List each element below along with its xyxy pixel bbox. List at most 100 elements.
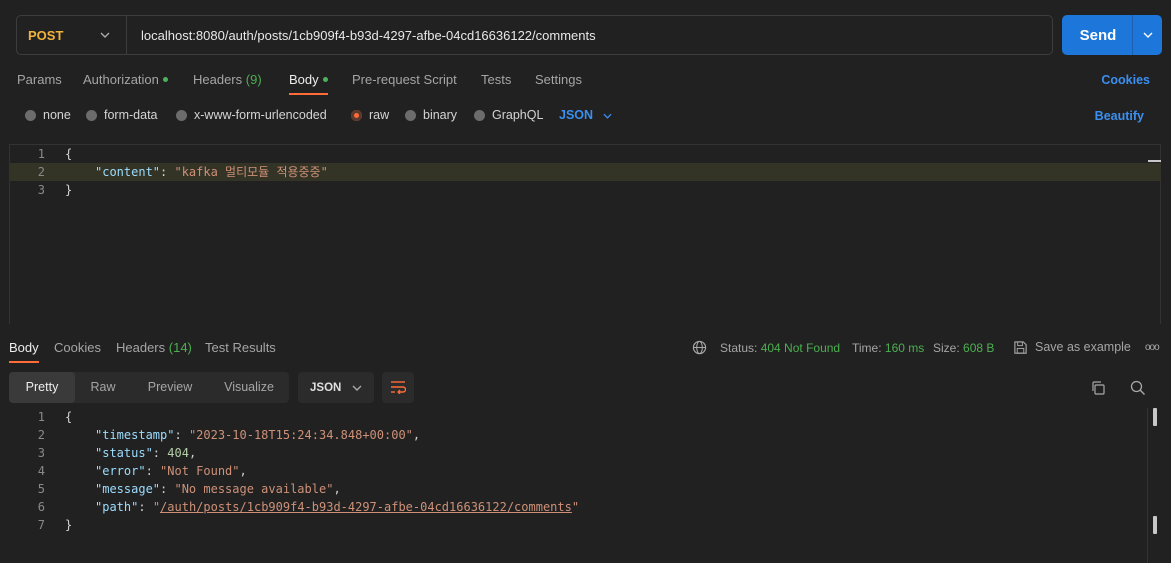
line-number: 4 — [37, 464, 45, 478]
json-colon: : — [145, 464, 161, 478]
close-brace: } — [65, 183, 73, 197]
line-number: 3 — [37, 446, 45, 460]
tab-body[interactable]: Body — [289, 72, 328, 87]
view-preview-button[interactable]: Preview — [138, 372, 202, 403]
globe-icon[interactable] — [692, 340, 707, 358]
more-options-icon[interactable]: ooo — [1145, 342, 1160, 353]
tab-authorization-label: Authorization — [83, 72, 159, 87]
save-icon — [1013, 340, 1028, 358]
radio-icon — [176, 109, 187, 121]
status-dot-icon — [162, 77, 168, 83]
line-number: 6 — [37, 500, 45, 514]
tab-params[interactable]: Params — [17, 72, 62, 87]
status-dot-icon — [322, 77, 328, 83]
radio-form-data[interactable]: form-data — [86, 108, 158, 122]
resp-tab-headers-label: Headers — [116, 340, 166, 355]
copy-icon[interactable] — [1090, 380, 1106, 399]
tab-headers[interactable]: Headers (9) — [193, 72, 262, 87]
wrap-lines-icon — [390, 380, 407, 397]
json-key: "timestamp" — [95, 428, 175, 442]
body-format-select[interactable]: JSON — [559, 108, 612, 122]
json-colon: : — [152, 446, 168, 460]
tab-body-label: Body — [289, 72, 319, 87]
json-quote: " — [152, 500, 161, 514]
resp-headers-count: (14) — [168, 340, 192, 355]
radio-icon — [474, 109, 485, 121]
resp-tab-cookies[interactable]: Cookies — [54, 340, 101, 355]
radio-raw-label: raw — [369, 108, 390, 122]
line-number: 2 — [37, 428, 45, 442]
resp-tab-headers[interactable]: Headers (14) — [116, 340, 192, 355]
json-colon: : — [138, 500, 153, 514]
url-input[interactable]: localhost:8080/auth/posts/1cb909f4-b93d-… — [127, 28, 596, 43]
resp-tab-body[interactable]: Body — [9, 340, 39, 355]
radio-none[interactable]: none — [25, 108, 71, 122]
body-format-label: JSON — [559, 108, 594, 122]
json-key: "message" — [95, 482, 161, 496]
code-line: 3 "status": 404, — [9, 444, 1149, 462]
code-line: 5 "message": "No message available", — [9, 480, 1149, 498]
method-label: POST — [28, 27, 64, 43]
cookies-link[interactable]: Cookies — [1101, 73, 1150, 87]
json-value: "kafka 멀티모듈 적용중중" — [174, 165, 328, 179]
size-indicator: Size: 608 B — [933, 341, 994, 355]
save-as-example-button[interactable]: Save as example — [1035, 340, 1131, 354]
code-line: 4 "error": "Not Found", — [9, 462, 1149, 480]
json-colon: : — [160, 165, 175, 179]
send-options-chevron-icon[interactable] — [1133, 29, 1162, 41]
time-label: Time: — [852, 341, 882, 355]
editor-scrollbar[interactable] — [1148, 160, 1161, 162]
json-quote: " — [571, 500, 580, 514]
radio-form-data-label: form-data — [104, 108, 158, 122]
method-select[interactable]: POST — [17, 16, 127, 54]
send-button[interactable]: Send — [1062, 15, 1162, 55]
search-icon[interactable] — [1130, 380, 1146, 399]
radio-icon — [25, 109, 36, 121]
view-visualize-button[interactable]: Visualize — [214, 372, 284, 403]
json-value: "No message available" — [174, 482, 334, 496]
time-value: 160 ms — [884, 341, 925, 355]
line-number: 3 — [37, 183, 45, 197]
request-code[interactable]: 1 { 2 "content": "kafka 멀티모듈 적용중중" 3 } — [9, 145, 1161, 199]
view-raw-button[interactable]: Raw — [78, 372, 128, 403]
send-label: Send — [1079, 26, 1117, 44]
path-link[interactable]: /auth/posts/1cb909f4-b93d-4297-afbe-04cd… — [160, 498, 572, 516]
json-key: "error" — [95, 464, 146, 478]
json-value: 404 — [167, 446, 189, 460]
headers-count: (9) — [245, 72, 262, 87]
radio-binary[interactable]: binary — [405, 108, 457, 122]
status-value: 404 Not Found — [760, 341, 841, 355]
response-format-label: JSON — [310, 381, 342, 394]
status-label: Status: — [720, 341, 758, 355]
tab-settings[interactable]: Settings — [535, 72, 582, 87]
json-key: "status" — [95, 446, 153, 460]
response-format-select[interactable]: JSON — [298, 372, 374, 403]
json-key: "content" — [95, 165, 161, 179]
chevron-down-icon — [100, 29, 110, 41]
tab-authorization[interactable]: Authorization — [83, 72, 168, 87]
tab-headers-label: Headers — [193, 72, 243, 87]
line-number: 1 — [37, 410, 45, 424]
radio-graphql[interactable]: GraphQL — [474, 108, 543, 122]
response-scrollbar-thumb[interactable] — [1153, 408, 1157, 426]
tab-prerequest-script[interactable]: Pre-request Script — [352, 72, 457, 87]
status-indicator: Status: 404 Not Found — [720, 341, 840, 355]
line-number: 1 — [37, 147, 45, 161]
json-key: "path" — [95, 500, 139, 514]
chevron-down-icon — [603, 108, 612, 122]
resp-tab-test-results[interactable]: Test Results — [205, 340, 276, 355]
code-line: 2 "timestamp": "2023-10-18T15:24:34.848+… — [9, 426, 1149, 444]
radio-raw[interactable]: raw — [351, 108, 389, 122]
code-line: 2 "content": "kafka 멀티모듈 적용중중" — [9, 163, 1161, 181]
radio-urlencoded[interactable]: x-www-form-urlencoded — [176, 108, 327, 122]
wrap-lines-button[interactable] — [382, 372, 414, 403]
view-pretty-button[interactable]: Pretty — [9, 372, 75, 403]
response-gutter-divider — [1147, 408, 1148, 563]
tab-tests[interactable]: Tests — [481, 72, 511, 87]
beautify-link[interactable]: Beautify — [1095, 109, 1144, 123]
open-brace: { — [65, 147, 73, 161]
response-code[interactable]: 1 { 2 "timestamp": "2023-10-18T15:24:34.… — [9, 408, 1149, 534]
response-scrollbar-thumb[interactable] — [1153, 516, 1157, 534]
radio-icon — [405, 109, 416, 121]
json-colon: : — [174, 428, 189, 442]
